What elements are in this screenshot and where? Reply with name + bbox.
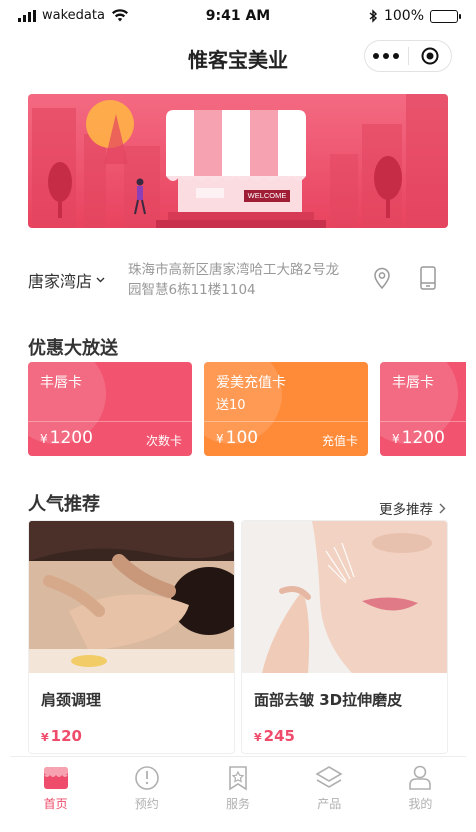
product-name: 肩颈调理 (41, 691, 102, 709)
promo-section-title: 优惠大放送 (28, 338, 118, 359)
coupon-list: 丰唇卡 ¥1200 次数卡 爱美充值卡 送10 ¥100 充值卡 丰唇卡 ¥12… (28, 362, 466, 456)
promo-banner[interactable]: WELCOME (28, 94, 448, 228)
mini-program-capsule (364, 40, 452, 72)
user-icon (409, 765, 432, 790)
status-bar: wakedata 9:41 AM 100% (10, 0, 466, 34)
nav-bar: 惟客宝美业 (10, 34, 466, 78)
more-recommend-link[interactable]: 更多推荐 (379, 498, 446, 518)
coupon-card[interactable]: 爱美充值卡 送10 ¥100 充值卡 (204, 362, 368, 456)
product-name: 面部去皱 3D拉伸磨皮 (254, 691, 403, 709)
layers-icon (315, 766, 343, 788)
product-card[interactable]: 肩颈调理 ¥120 (28, 520, 235, 754)
recommend-section-title: 人气推荐 (28, 494, 100, 515)
shop-icon (43, 767, 68, 789)
coupon-bonus: 送10 (216, 398, 246, 413)
target-icon (421, 47, 439, 65)
bluetooth-icon (369, 9, 378, 23)
coupon-price: ¥100 (216, 428, 259, 448)
coupon-name: 爱美充值卡 (216, 375, 286, 391)
tab-bar: 首页 预约 服务 产品 我的 (10, 756, 466, 818)
coupon-price: ¥1200 (40, 428, 93, 448)
coupon-name: 丰唇卡 (40, 375, 82, 391)
coupon-card[interactable]: 丰唇卡 ¥1200 (380, 362, 466, 456)
alert-circle-icon (134, 766, 159, 790)
coupon-price: ¥1200 (392, 428, 445, 448)
store-info: 唐家湾店 珠海市高新区唐家湾哈工大路2号龙 园智慧6栋11楼1104 (28, 250, 448, 306)
coupon-type: 次数卡 (145, 434, 182, 448)
tab-booking[interactable]: 预约 (101, 757, 192, 818)
store-address: 珠海市高新区唐家湾哈工大路2号龙 园智慧6栋11楼1104 (128, 262, 340, 298)
tab-profile[interactable]: 我的 (375, 757, 466, 818)
storefront-illustration (28, 94, 448, 228)
bookmark-star-icon (229, 766, 247, 791)
battery-icon (430, 9, 461, 23)
product-card[interactable]: 面部去皱 3D拉伸磨皮 ¥245 (241, 520, 448, 754)
tab-product[interactable]: 产品 (284, 757, 375, 818)
tab-service[interactable]: 服务 (192, 757, 283, 818)
product-price: ¥245 (254, 727, 295, 745)
massage-photo (29, 521, 234, 673)
store-name: 唐家湾店 (28, 272, 93, 291)
close-miniprogram-button[interactable] (408, 47, 451, 65)
tab-home[interactable]: 首页 (10, 757, 101, 818)
chevron-down-icon (96, 277, 105, 283)
store-selector[interactable]: 唐家湾店 (28, 268, 105, 292)
coupon-type: 充值卡 (321, 434, 358, 448)
location-pin-icon[interactable] (372, 266, 392, 290)
coupon-name: 丰唇卡 (392, 375, 434, 391)
chevron-right-icon (439, 503, 446, 513)
app-screen: wakedata 9:41 AM 100% 惟客宝美业 WELCOME 唐家湾店… (10, 0, 466, 832)
phone-icon[interactable] (420, 266, 436, 290)
battery-percent: 100% (383, 8, 424, 24)
coupon-card[interactable]: 丰唇卡 ¥1200 次数卡 (28, 362, 192, 456)
more-options-button[interactable] (365, 53, 408, 59)
facial-photo (242, 521, 447, 673)
product-price: ¥120 (41, 727, 82, 745)
welcome-sign-text: WELCOME (247, 191, 287, 200)
